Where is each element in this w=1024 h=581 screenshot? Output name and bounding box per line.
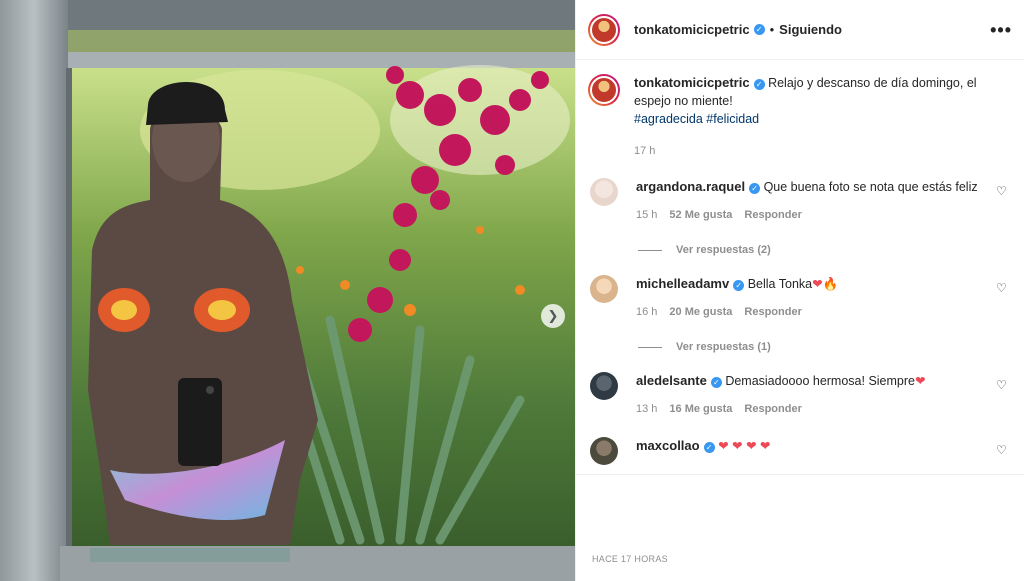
view-replies-button[interactable]: Ver respuestas (1) — [636, 338, 986, 356]
caption-username[interactable]: tonkatomicicpetric — [634, 75, 750, 90]
more-options-icon[interactable]: ••• — [990, 20, 1012, 41]
reply-button[interactable]: Responder — [744, 400, 801, 418]
heart-outline-icon[interactable]: ♡ — [996, 281, 1008, 295]
divider — [638, 346, 662, 348]
verified-badge-icon: ✓ — [753, 79, 765, 90]
verified-badge-icon: ✓ — [703, 442, 715, 453]
comment-username[interactable]: michelleadamv — [636, 276, 729, 291]
comment-username[interactable]: maxcollao — [636, 438, 700, 453]
view-replies-label: Ver respuestas (1) — [676, 341, 771, 353]
comment-likes[interactable]: 52 Me gusta — [669, 206, 732, 224]
comment-text: Demasiadoooo hermosa! Siempre — [725, 374, 915, 388]
comment-time: 16 h — [636, 306, 658, 318]
hashtag-link[interactable]: #felicidad — [706, 112, 759, 126]
avatar[interactable] — [588, 74, 620, 106]
comment-emoji: ❤ ❤ ❤ ❤ — [718, 439, 771, 453]
comment-emoji: ❤ — [915, 374, 926, 388]
verified-badge-icon: ✓ — [753, 24, 765, 35]
hashtag-link[interactable]: #agradecida — [634, 112, 703, 126]
author-username[interactable]: tonkatomicicpetric — [634, 22, 750, 37]
avatar[interactable] — [590, 178, 618, 206]
verified-badge-icon: ✓ — [733, 280, 745, 291]
post-sidebar: tonkatomicicpetric ✓ • Siguiendo ••• ton… — [575, 0, 1024, 581]
view-replies-label: Ver respuestas (2) — [676, 244, 771, 256]
reply-button[interactable]: Responder — [744, 303, 801, 321]
comment-item: argandona.raquel ✓ Que buena foto se nota… — [588, 178, 1008, 259]
heart-outline-icon[interactable]: ♡ — [996, 184, 1008, 198]
avatar[interactable] — [590, 437, 618, 465]
post-photo[interactable]: ❯ — [0, 0, 575, 581]
avatar[interactable] — [590, 372, 618, 400]
chevron-right-icon[interactable]: ❯ — [541, 304, 565, 328]
comment-likes[interactable]: 16 Me gusta — [669, 400, 732, 418]
post-header: tonkatomicicpetric ✓ • Siguiendo ••• — [576, 0, 1024, 60]
caption-time: 17 h — [634, 145, 656, 157]
post-timestamp: HACE 17 HORAS — [592, 554, 668, 564]
divider — [638, 249, 662, 251]
header-separator: • — [769, 22, 775, 37]
comment-time: 15 h — [636, 209, 658, 221]
reply-button[interactable]: Responder — [744, 206, 801, 224]
divider — [576, 474, 1024, 475]
comment-text: Bella Tonka — [747, 277, 813, 291]
heart-outline-icon[interactable]: ♡ — [996, 378, 1008, 392]
comment-item: michelleadamv ✓ Bella Tonka❤🔥 16 h 20 Me … — [588, 275, 1008, 356]
comment-time: 13 h — [636, 403, 658, 415]
post-caption: tonkatomicicpetric ✓ Relajo y descanso de… — [588, 74, 1008, 160]
heart-outline-icon[interactable]: ♡ — [996, 443, 1008, 457]
comment-username[interactable]: argandona.raquel — [636, 179, 745, 194]
comment-item: maxcollao ✓ ❤ ❤ ❤ ❤ ♡ — [588, 437, 1008, 465]
comment-text: Que buena foto se nota que estás feliz — [763, 180, 978, 194]
mirror-selfie-image — [0, 0, 575, 581]
following-button[interactable]: Siguiendo — [779, 22, 842, 37]
comment-username[interactable]: aledelsante — [636, 373, 707, 388]
comment-emoji: ❤🔥 — [812, 277, 839, 291]
avatar[interactable] — [588, 13, 620, 46]
avatar[interactable] — [590, 275, 618, 303]
comment-likes[interactable]: 20 Me gusta — [669, 303, 732, 321]
verified-badge-icon: ✓ — [749, 183, 761, 194]
comment-item: aledelsante ✓ Demasiadoooo hermosa! Siemp… — [588, 372, 1008, 418]
view-replies-button[interactable]: Ver respuestas (2) — [636, 241, 986, 259]
verified-badge-icon: ✓ — [710, 377, 722, 388]
